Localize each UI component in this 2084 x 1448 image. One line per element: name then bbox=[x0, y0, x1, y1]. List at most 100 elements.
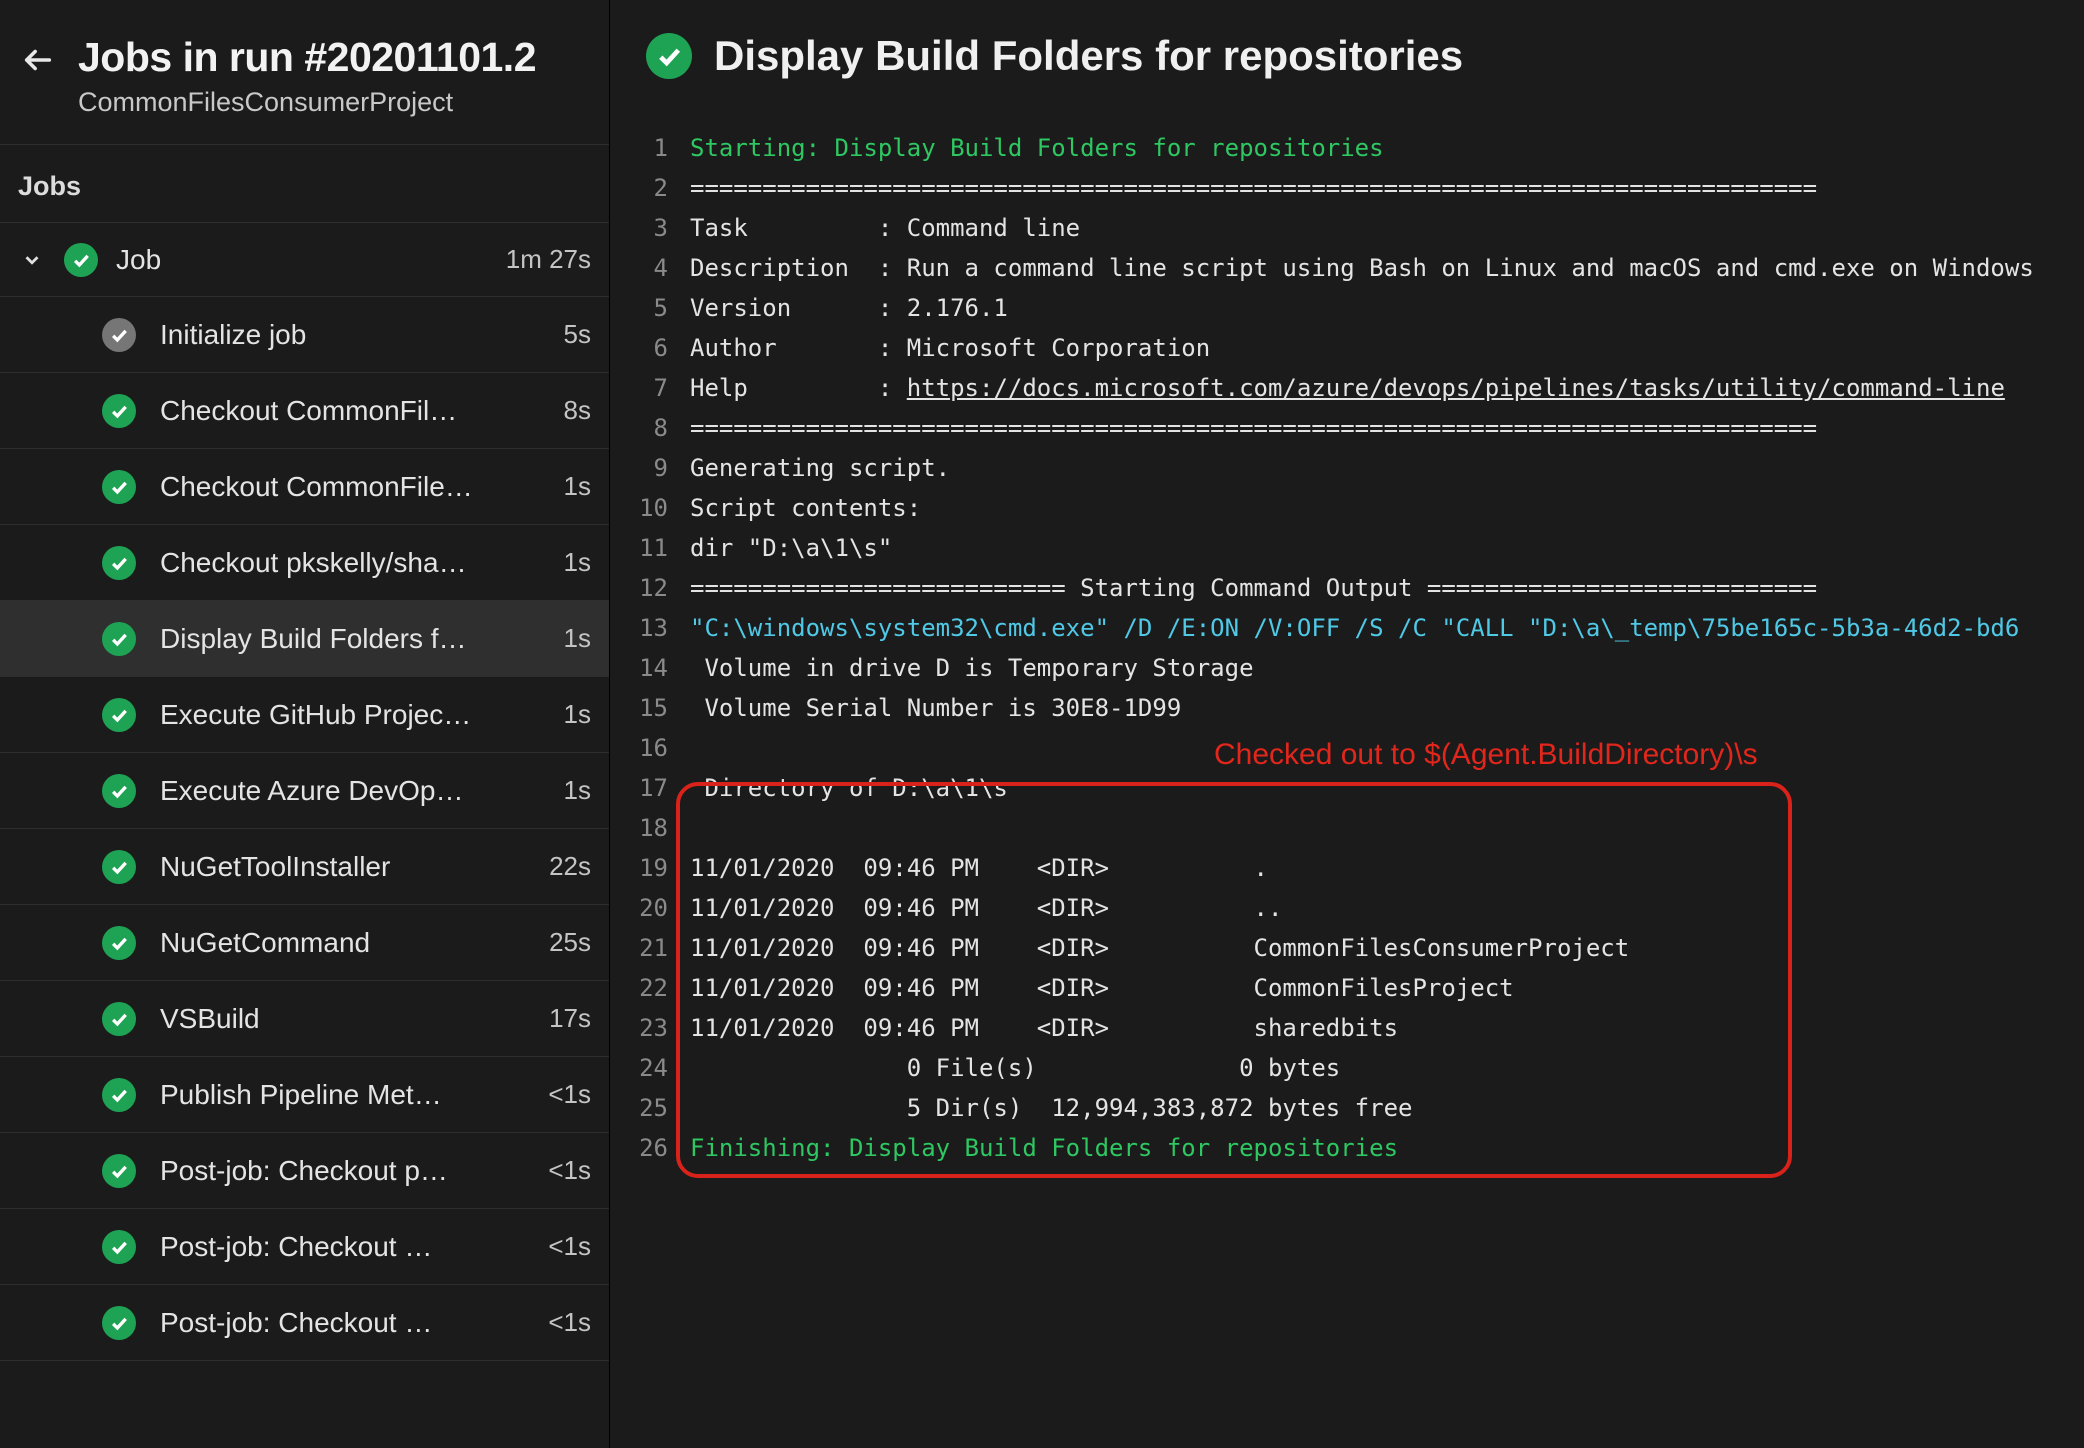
log-line-content bbox=[690, 808, 2084, 848]
log-line-number: 15 bbox=[620, 688, 690, 728]
log-line: 26Finishing: Display Build Folders for r… bbox=[620, 1128, 2084, 1168]
check-circle-icon bbox=[102, 1002, 136, 1036]
log-line: 3Task : Command line bbox=[620, 208, 2084, 248]
log-line-number: 16 bbox=[620, 728, 690, 768]
log-line-content: ========================== Starting Comm… bbox=[690, 568, 2084, 608]
log-line: 18 bbox=[620, 808, 2084, 848]
step-duration: 1s bbox=[550, 775, 591, 806]
step-row[interactable]: Checkout CommonFile…1s bbox=[0, 449, 609, 525]
check-circle-icon bbox=[102, 1078, 136, 1112]
step-duration: 5s bbox=[550, 319, 591, 350]
job-row[interactable]: Job 1m 27s bbox=[0, 223, 609, 297]
step-row[interactable]: Execute Azure DevOp… 1s bbox=[0, 753, 609, 829]
log-line-number: 24 bbox=[620, 1048, 690, 1088]
log-line-content: dir "D:\a\1\s" bbox=[690, 528, 2084, 568]
log-line-number: 12 bbox=[620, 568, 690, 608]
log-line: 1911/01/2020 09:46 PM <DIR> . bbox=[620, 848, 2084, 888]
log-line-content: Finishing: Display Build Folders for rep… bbox=[690, 1128, 2084, 1168]
log-line-content: Help : https://docs.microsoft.com/azure/… bbox=[690, 368, 2084, 408]
log-line-number: 2 bbox=[620, 168, 690, 208]
step-row[interactable]: NuGetCommand 25s bbox=[0, 905, 609, 981]
log-line-number: 14 bbox=[620, 648, 690, 688]
log-line-number: 23 bbox=[620, 1008, 690, 1048]
log-line-content: Volume Serial Number is 30E8-1D99 bbox=[690, 688, 2084, 728]
step-label: NuGetCommand bbox=[160, 927, 511, 959]
log-line-number: 25 bbox=[620, 1088, 690, 1128]
log-line-content: Volume in drive D is Temporary Storage bbox=[690, 648, 2084, 688]
log-line-number: 8 bbox=[620, 408, 690, 448]
step-label: Checkout CommonFile… bbox=[160, 471, 526, 503]
log-line: 4Description : Run a command line script… bbox=[620, 248, 2084, 288]
check-circle-icon bbox=[646, 33, 692, 79]
step-label: VSBuild bbox=[160, 1003, 511, 1035]
log-line: 13"C:\windows\system32\cmd.exe" /D /E:ON… bbox=[620, 608, 2084, 648]
chevron-down-icon[interactable] bbox=[18, 246, 46, 274]
step-row[interactable]: Publish Pipeline Met… <1s bbox=[0, 1057, 609, 1133]
back-button[interactable] bbox=[18, 40, 58, 80]
log-line: 2011/01/2020 09:46 PM <DIR> .. bbox=[620, 888, 2084, 928]
log-output[interactable]: 1Starting: Display Build Folders for rep… bbox=[610, 128, 2084, 1168]
log-line-number: 18 bbox=[620, 808, 690, 848]
step-row[interactable]: Checkout CommonFil…8s bbox=[0, 373, 609, 449]
step-duration: <1s bbox=[534, 1079, 591, 1110]
arrow-left-icon bbox=[21, 43, 55, 77]
help-link[interactable]: https://docs.microsoft.com/azure/devops/… bbox=[907, 374, 2005, 402]
log-line-content: Version : 2.176.1 bbox=[690, 288, 2084, 328]
step-duration: 8s bbox=[550, 395, 591, 426]
log-line: 12========================== Starting Co… bbox=[620, 568, 2084, 608]
log-line-content: 11/01/2020 09:46 PM <DIR> CommonFilesCon… bbox=[690, 928, 2084, 968]
step-row[interactable]: Post-job: Checkout …<1s bbox=[0, 1285, 609, 1361]
log-line: 2=======================================… bbox=[620, 168, 2084, 208]
step-duration: <1s bbox=[534, 1231, 591, 1262]
log-line-content: 0 File(s) 0 bytes bbox=[690, 1048, 2084, 1088]
log-line-content: Description : Run a command line script … bbox=[690, 248, 2084, 288]
log-line-number: 6 bbox=[620, 328, 690, 368]
step-duration: 1s bbox=[550, 547, 591, 578]
log-line: 5Version : 2.176.1 bbox=[620, 288, 2084, 328]
step-label: Publish Pipeline Met… bbox=[160, 1079, 510, 1111]
step-label: Initialize job bbox=[160, 319, 526, 351]
log-line-number: 26 bbox=[620, 1128, 690, 1168]
run-title: Jobs in run #20201101.2 bbox=[78, 34, 536, 81]
log-line: 9Generating script. bbox=[620, 448, 2084, 488]
job-duration: 1m 27s bbox=[492, 244, 591, 275]
step-row[interactable]: Display Build Folders f…1s bbox=[0, 601, 609, 677]
step-duration: 25s bbox=[535, 927, 591, 958]
step-row[interactable]: VSBuild17s bbox=[0, 981, 609, 1057]
log-line-content: Script contents: bbox=[690, 488, 2084, 528]
log-line-number: 13 bbox=[620, 608, 690, 648]
log-line-number: 11 bbox=[620, 528, 690, 568]
step-row[interactable]: Execute GitHub Projec…1s bbox=[0, 677, 609, 753]
log-line: 16 bbox=[620, 728, 2084, 768]
step-row[interactable]: Post-job: Checkout … <1s bbox=[0, 1209, 609, 1285]
log-line-number: 5 bbox=[620, 288, 690, 328]
step-label: Execute Azure DevOp… bbox=[160, 775, 526, 807]
jobs-section-label: Jobs bbox=[0, 144, 609, 223]
step-row[interactable]: Checkout pkskelly/sha… 1s bbox=[0, 525, 609, 601]
step-row[interactable]: Initialize job 5s bbox=[0, 297, 609, 373]
step-row[interactable]: NuGetToolInstaller22s bbox=[0, 829, 609, 905]
job-name: Job bbox=[116, 244, 474, 276]
step-label: Post-job: Checkout … bbox=[160, 1231, 510, 1263]
step-duration: 1s bbox=[550, 699, 591, 730]
log-line: 8=======================================… bbox=[620, 408, 2084, 448]
log-line: 6Author : Microsoft Corporation bbox=[620, 328, 2084, 368]
step-row[interactable]: Post-job: Checkout p…<1s bbox=[0, 1133, 609, 1209]
check-circle-icon bbox=[102, 698, 136, 732]
log-line-content: 5 Dir(s) 12,994,383,872 bytes free bbox=[690, 1088, 2084, 1128]
log-line: 17 Directory of D:\a\1\s bbox=[620, 768, 2084, 808]
step-label: Display Build Folders f… bbox=[160, 623, 526, 655]
check-muted-icon bbox=[102, 318, 136, 352]
log-line-content: "C:\windows\system32\cmd.exe" /D /E:ON /… bbox=[690, 608, 2084, 648]
check-circle-icon bbox=[102, 1154, 136, 1188]
log-line-content: 11/01/2020 09:46 PM <DIR> sharedbits bbox=[690, 1008, 2084, 1048]
title-block: Jobs in run #20201101.2 CommonFilesConsu… bbox=[78, 34, 536, 118]
check-circle-icon bbox=[64, 243, 98, 277]
log-line-content: 11/01/2020 09:46 PM <DIR> CommonFilesPro… bbox=[690, 968, 2084, 1008]
log-line-content: ========================================… bbox=[690, 168, 2084, 208]
step-label: Checkout pkskelly/sha… bbox=[160, 547, 526, 579]
log-line-number: 3 bbox=[620, 208, 690, 248]
check-circle-icon bbox=[102, 1306, 136, 1340]
log-line: 14 Volume in drive D is Temporary Storag… bbox=[620, 648, 2084, 688]
step-label: Post-job: Checkout … bbox=[160, 1307, 510, 1339]
